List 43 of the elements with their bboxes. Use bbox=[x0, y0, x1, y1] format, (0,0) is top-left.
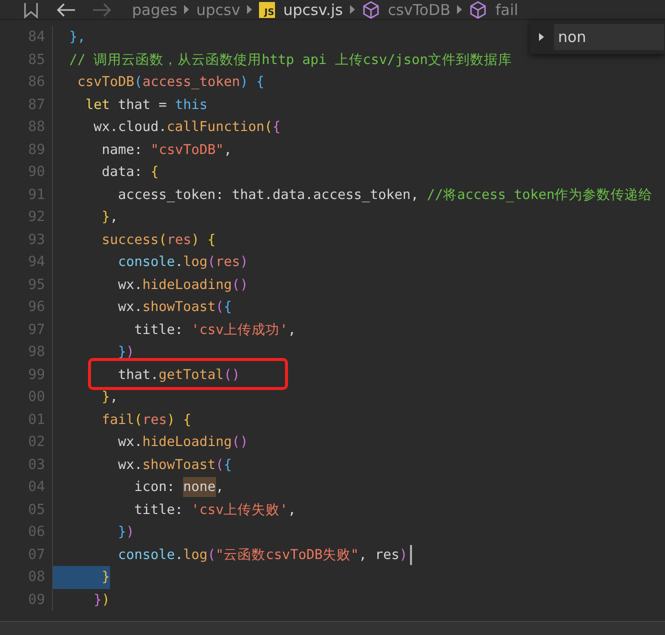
code-line: data: { bbox=[102, 163, 159, 182]
chevron-icon bbox=[183, 5, 190, 14]
code-line: fail(res) { bbox=[102, 410, 192, 430]
cube-icon bbox=[362, 0, 380, 18]
expand-icon[interactable] bbox=[538, 32, 545, 42]
bookmark-icon[interactable] bbox=[22, 0, 40, 18]
code-line: wx.hideLoading() bbox=[118, 433, 248, 452]
code-line: // 调用云函数，从云函数使用http api 上传csv/json文件到数据库 bbox=[69, 50, 512, 70]
code-line: wx.showToast({ bbox=[118, 456, 232, 475]
chevron-icon bbox=[348, 5, 356, 14]
code-line: console.log("云函数csvToDB失败", res) bbox=[118, 546, 408, 565]
code-line: let that = this bbox=[86, 96, 208, 115]
chevron-icon bbox=[456, 5, 464, 14]
cube-icon bbox=[469, 0, 488, 18]
code-line: name: "csvToDB", bbox=[102, 140, 232, 160]
code-line: success(res) { bbox=[102, 230, 216, 250]
code-line: access_token: that.data.access_token, //将access_token作为参数传递给 bbox=[118, 186, 653, 205]
code-line: csvToDB(access_token) { bbox=[77, 73, 264, 92]
find-input[interactable]: non bbox=[554, 24, 664, 50]
code-line: title: 'csv上传失败', bbox=[134, 500, 296, 520]
code-line: wx.showToast({ bbox=[118, 298, 232, 318]
code-line: that.getTotal() bbox=[118, 366, 240, 385]
chevron-icon bbox=[246, 5, 254, 14]
code-line: wx.cloud.callFunction({ bbox=[94, 118, 281, 138]
code-line: }, bbox=[102, 388, 118, 408]
code-line: }) bbox=[118, 523, 134, 542]
breadcrumb-item[interactable]: upcsv.js bbox=[283, 0, 343, 18]
selection-highlight bbox=[53, 566, 102, 588]
breadcrumb-item[interactable]: upcsv bbox=[196, 0, 240, 18]
breadcrumb-item[interactable]: fail bbox=[495, 0, 518, 18]
code-line: }, bbox=[102, 208, 118, 228]
code-line: }, bbox=[69, 28, 86, 48]
forward-arrow-icon bbox=[92, 2, 112, 18]
code-line: }) bbox=[118, 343, 134, 362]
code-line: wx.hideLoading() bbox=[118, 276, 248, 295]
code-line: icon: none, bbox=[134, 476, 224, 498]
breadcrumb-item[interactable]: csvToDB bbox=[388, 0, 450, 18]
breadcrumb-item[interactable]: pages bbox=[132, 0, 178, 18]
code-line: }) bbox=[94, 590, 110, 610]
code-line: title: 'csv上传成功', bbox=[134, 320, 296, 340]
back-arrow-icon[interactable] bbox=[56, 2, 76, 18]
js-file-icon: JS bbox=[259, 2, 276, 18]
code-line: console.log(res) bbox=[118, 253, 248, 272]
